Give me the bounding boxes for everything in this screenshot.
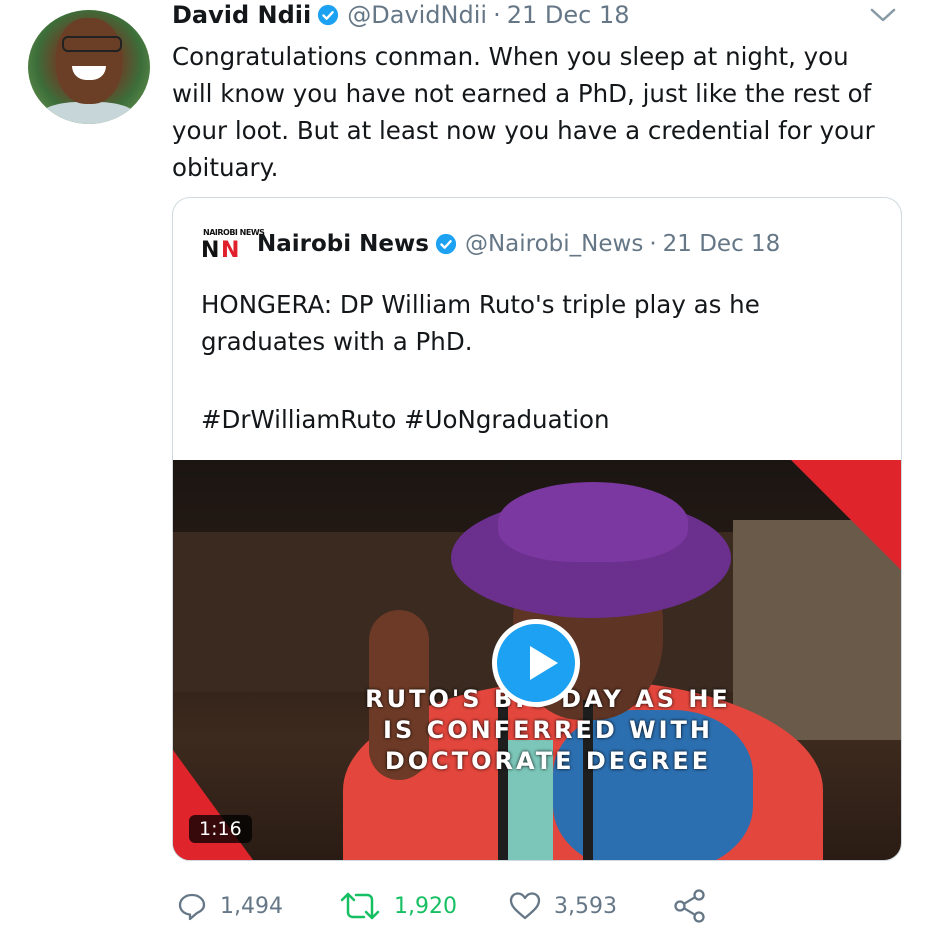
logo-letter-1: N	[201, 238, 220, 263]
quoted-tweet-card[interactable]: NAIROBI NEWS N N Nairobi News @Nairobi_N…	[172, 197, 902, 861]
tweet-header: David Ndii @DavidNdii · 21 Dec 18	[172, 0, 630, 30]
separator-dot: ·	[493, 1, 501, 29]
tweet-actions: 1,494 1,920 3,593	[172, 886, 732, 926]
reply-button[interactable]: 1,494	[176, 886, 283, 926]
author-name[interactable]: David Ndii	[172, 1, 311, 29]
quoted-date: 21 Dec 18	[662, 231, 781, 257]
author-handle[interactable]: @DavidNdii	[347, 1, 487, 29]
like-icon	[509, 892, 541, 920]
tweet-date[interactable]: 21 Dec 18	[507, 1, 630, 29]
play-icon[interactable]	[492, 619, 580, 707]
like-count: 3,593	[554, 893, 617, 919]
separator-dot: ·	[649, 231, 657, 257]
video-player[interactable]: RUTO'S BIG DAY AS HE IS CONFERRED WITH D…	[173, 460, 901, 860]
hat-crown	[498, 482, 688, 562]
retweet-button[interactable]: 1,920	[338, 886, 457, 926]
red-corner-graphic	[791, 460, 901, 570]
retweet-icon	[340, 892, 380, 920]
share-icon	[674, 889, 705, 923]
logo-top-text: NAIROBI NEWS	[203, 228, 265, 237]
avatar-face	[56, 18, 122, 104]
quoted-handle: @Nairobi_News	[464, 231, 644, 257]
reply-icon	[178, 893, 206, 921]
video-duration: 1:16	[189, 815, 252, 843]
like-button[interactable]: 3,593	[508, 886, 617, 926]
reply-count: 1,494	[220, 893, 283, 919]
quoted-header: NAIROBI NEWS N N Nairobi News @Nairobi_N…	[201, 228, 781, 263]
nairobi-news-logo: NAIROBI NEWS N N	[201, 228, 265, 263]
tweet-text: Congratulations conman. When you sleep a…	[172, 42, 875, 182]
author-avatar[interactable]	[28, 10, 150, 124]
quoted-author-name: Nairobi News	[257, 231, 429, 257]
retweet-count: 1,920	[394, 893, 457, 919]
verified-badge-icon	[318, 4, 339, 26]
quoted-hashtags[interactable]: #DrWilliamRuto #UoNgraduation	[201, 401, 610, 438]
chevron-down-icon[interactable]	[868, 4, 898, 26]
quoted-text: HONGERA: DP William Ruto's triple play a…	[201, 290, 760, 356]
verified-badge-icon	[435, 233, 457, 255]
avatar-shirt	[38, 102, 138, 124]
share-button[interactable]	[672, 886, 720, 926]
red-corner-graphic	[173, 750, 253, 860]
logo-letter-2: N	[221, 238, 240, 263]
avatar-glasses	[62, 36, 122, 52]
